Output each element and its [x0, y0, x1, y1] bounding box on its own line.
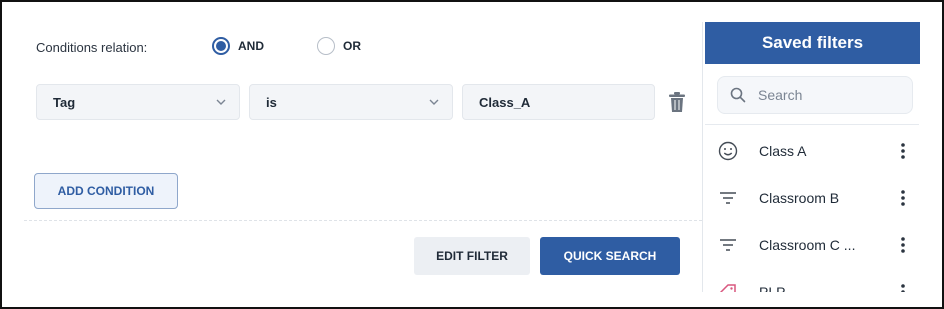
condition-field-value: Tag: [53, 94, 76, 110]
saved-filter-item[interactable]: Classroom B: [717, 183, 913, 213]
saved-filters-panel: Saved filters Class A: [702, 22, 921, 292]
saved-filter-label: PLP: [759, 284, 786, 292]
saved-filters-search[interactable]: [717, 76, 913, 114]
saved-filter-label: Classroom B: [759, 190, 840, 206]
more-vertical-icon[interactable]: [893, 281, 913, 292]
tag-icon: [717, 281, 739, 292]
radio-and[interactable]: AND: [212, 37, 264, 55]
condition-value-text: Class_A: [479, 94, 531, 110]
conditions-relation-label: Conditions relation:: [36, 40, 148, 55]
saved-filter-item[interactable]: PLP: [717, 277, 913, 292]
more-vertical-icon[interactable]: [893, 187, 913, 209]
condition-operator-value: is: [266, 94, 277, 110]
radio-or-indicator[interactable]: [317, 37, 335, 55]
condition-field-select[interactable]: Tag: [36, 84, 240, 120]
radio-and-indicator[interactable]: [212, 37, 230, 55]
saved-filter-label: Class A: [759, 143, 807, 159]
smiley-icon: [717, 140, 739, 162]
saved-filter-label: Classroom C ...: [759, 237, 856, 253]
radio-or-label: OR: [343, 39, 361, 53]
chevron-down-icon: [429, 99, 439, 105]
filter-lines-icon: [717, 234, 739, 256]
quick-search-button[interactable]: QUICK SEARCH: [540, 237, 680, 275]
radio-or[interactable]: OR: [317, 37, 361, 55]
more-vertical-icon[interactable]: [893, 140, 913, 162]
saved-filter-item[interactable]: Classroom C ...: [717, 230, 913, 260]
divider: [705, 124, 919, 125]
saved-filters-title: Saved filters: [705, 22, 920, 64]
search-icon: [730, 87, 746, 103]
more-vertical-icon[interactable]: [893, 234, 913, 256]
edit-filter-button[interactable]: EDIT FILTER: [414, 237, 530, 275]
filter-lines-icon: [717, 187, 739, 209]
trash-icon[interactable]: [668, 91, 686, 113]
condition-operator-select[interactable]: is: [249, 84, 453, 120]
divider: [24, 220, 702, 221]
radio-and-label: AND: [238, 39, 264, 53]
condition-value-input[interactable]: Class_A: [462, 84, 655, 120]
saved-filter-item[interactable]: Class A: [717, 136, 913, 166]
filter-panel: Conditions relation: AND OR Tag is Class…: [0, 0, 944, 309]
add-condition-button[interactable]: ADD CONDITION: [34, 173, 178, 209]
chevron-down-icon: [216, 99, 226, 105]
saved-filters-search-input[interactable]: [756, 86, 900, 104]
